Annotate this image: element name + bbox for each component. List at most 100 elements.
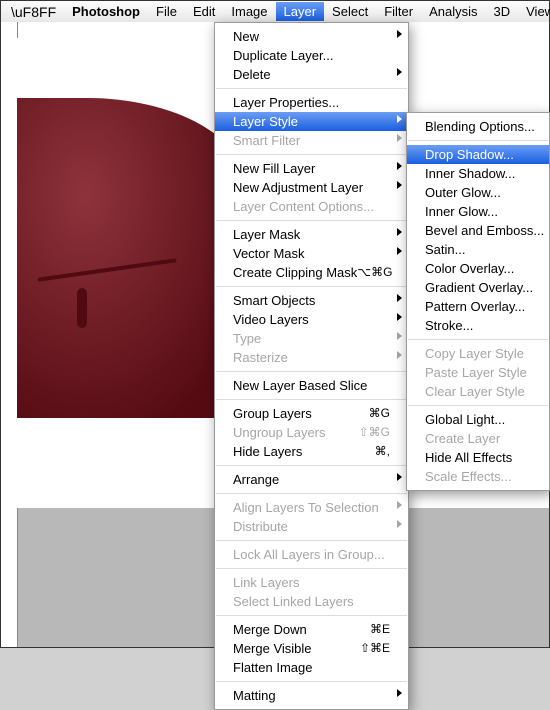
apple-menu-icon[interactable]: \uF8FF [7,4,64,20]
layer-menu-item-separator [216,88,407,89]
layer-style-item-bevel-and-emboss[interactable]: Bevel and Emboss... [407,221,549,240]
layer-style-submenu: Blending Options... Drop Shadow...Inner S… [406,112,550,491]
layer-menu-item-separator [216,465,407,466]
menu-3d[interactable]: 3D [486,2,519,21]
layer-menu-item-label: Distribute [233,518,390,535]
layer-menu-item-create-clipping-mask[interactable]: Create Clipping Mask⌥⌘G [215,263,408,282]
layer-style-item-label: Global Light... [425,411,531,428]
layer-style-item-inner-glow[interactable]: Inner Glow... [407,202,549,221]
layer-dropdown-menu: NewDuplicate Layer...Delete Layer Propert… [214,22,409,710]
menu-filter[interactable]: Filter [376,2,421,21]
layer-menu-item-label: Type [233,330,390,347]
layer-menu-item-layer-mask[interactable]: Layer Mask [215,225,408,244]
layer-menu-item-layer-content-options: Layer Content Options... [215,197,408,216]
submenu-arrow-icon [397,351,402,359]
layer-style-item-separator [408,339,548,340]
layer-menu-item-ungroup-layers: Ungroup Layers⇧⌘G [215,423,408,442]
layer-menu-item-duplicate-layer[interactable]: Duplicate Layer... [215,46,408,65]
layer-menu-item-layer-style[interactable]: Layer Style [215,112,408,131]
layer-menu-item-label: Layer Content Options... [233,198,390,215]
layer-style-item-inner-shadow[interactable]: Inner Shadow... [407,164,549,183]
layer-menu-item-label: Delete [233,66,390,83]
layer-style-item-global-light[interactable]: Global Light... [407,410,549,429]
submenu-arrow-icon [397,501,402,509]
layer-style-item-label: Scale Effects... [425,468,531,485]
submenu-arrow-icon [397,228,402,236]
layer-menu-item-new-fill-layer[interactable]: New Fill Layer [215,159,408,178]
layer-style-item-gradient-overlay[interactable]: Gradient Overlay... [407,278,549,297]
layer-menu-item-label: Layer Style [233,113,390,130]
layer-menu-item-vector-mask[interactable]: Vector Mask [215,244,408,263]
layer-style-item-outer-glow[interactable]: Outer Glow... [407,183,549,202]
layer-menu-item-new-layer-based-slice[interactable]: New Layer Based Slice [215,376,408,395]
submenu-arrow-icon [397,689,402,697]
layer-menu-item-label: Ungroup Layers [233,424,359,441]
layer-menu-item-delete[interactable]: Delete [215,65,408,84]
layer-style-item-label: Stroke... [425,317,531,334]
layer-menu-item-separator [216,371,407,372]
layer-menu-item-merge-down[interactable]: Merge Down⌘E [215,620,408,639]
layer-style-item-label: Pattern Overlay... [425,298,531,315]
submenu-arrow-icon [397,247,402,255]
submenu-arrow-icon [397,294,402,302]
layer-style-item-hide-all-effects[interactable]: Hide All Effects [407,448,549,467]
layer-menu-item-link-layers: Link Layers [215,573,408,592]
product-image-shading [17,98,247,418]
layer-menu-item-arrange[interactable]: Arrange [215,470,408,489]
menu-file[interactable]: File [148,2,185,21]
layer-style-item-copy-layer-style: Copy Layer Style [407,344,549,363]
layer-style-item-label: Clear Layer Style [425,383,531,400]
layer-style-item-label: Bevel and Emboss... [425,222,544,239]
layer-style-item-label: Gradient Overlay... [425,279,533,296]
submenu-arrow-icon [397,134,402,142]
layer-menu-item-distribute: Distribute [215,517,408,536]
layer-menu-item-shortcut: ⌘, [375,443,390,460]
layer-menu-item-new[interactable]: New [215,27,408,46]
layer-menu-item-flatten-image[interactable]: Flatten Image [215,658,408,677]
layer-style-item-stroke[interactable]: Stroke... [407,316,549,335]
layer-style-item-paste-layer-style: Paste Layer Style [407,363,549,382]
layer-style-item-pattern-overlay[interactable]: Pattern Overlay... [407,297,549,316]
layer-style-item-drop-shadow[interactable]: Drop Shadow... [407,145,549,164]
layer-menu-item-layer-properties[interactable]: Layer Properties... [215,93,408,112]
layer-style-item-blending-options[interactable]: Blending Options... [407,117,549,136]
layer-menu-item-separator [216,681,407,682]
menu-image[interactable]: Image [223,2,275,21]
layer-menu-item-shortcut: ⌥⌘G [357,264,392,281]
layer-menu-item-new-adjustment-layer[interactable]: New Adjustment Layer [215,178,408,197]
layer-menu-item-label: Merge Down [233,621,370,638]
layer-menu-item-label: Create Clipping Mask [233,264,357,281]
layer-style-item-clear-layer-style: Clear Layer Style [407,382,549,401]
layer-style-item-satin[interactable]: Satin... [407,240,549,259]
menu-analysis[interactable]: Analysis [421,2,485,21]
layer-menu-item-label: Link Layers [233,574,390,591]
layer-menu-item-hide-layers[interactable]: Hide Layers⌘, [215,442,408,461]
layer-menu-item-group-layers[interactable]: Group Layers⌘G [215,404,408,423]
submenu-arrow-icon [397,68,402,76]
layer-style-item-color-overlay[interactable]: Color Overlay... [407,259,549,278]
layer-menu-item-label: Layer Properties... [233,94,390,111]
layer-menu-item-label: Flatten Image [233,659,390,676]
layer-menu-item-shortcut: ⌘E [370,621,390,638]
app-name[interactable]: Photoshop [64,2,148,21]
layer-menu-item-shortcut: ⌘G [369,405,390,422]
menu-view[interactable]: View [518,2,550,21]
layer-style-item-scale-effects: Scale Effects... [407,467,549,486]
layer-menu-item-smart-objects[interactable]: Smart Objects [215,291,408,310]
layer-menu-item-lock-all-layers-in-group: Lock All Layers in Group... [215,545,408,564]
layer-style-item-label: Inner Shadow... [425,165,531,182]
layer-menu-item-separator [216,615,407,616]
layer-menu-item-merge-visible[interactable]: Merge Visible⇧⌘E [215,639,408,658]
menu-select[interactable]: Select [324,2,376,21]
layer-menu-item-shortcut: ⇧⌘G [359,424,390,441]
layer-menu-item-select-linked-layers: Select Linked Layers [215,592,408,611]
menu-layer[interactable]: Layer [276,2,325,21]
layer-menu-item-matting[interactable]: Matting [215,686,408,705]
submenu-arrow-icon [397,181,402,189]
layer-menu-item-separator [216,493,407,494]
layer-style-item-create-layer: Create Layer [407,429,549,448]
layer-menu-item-label: Smart Filter [233,132,390,149]
menu-edit[interactable]: Edit [185,2,223,21]
submenu-arrow-icon [397,313,402,321]
layer-menu-item-video-layers[interactable]: Video Layers [215,310,408,329]
